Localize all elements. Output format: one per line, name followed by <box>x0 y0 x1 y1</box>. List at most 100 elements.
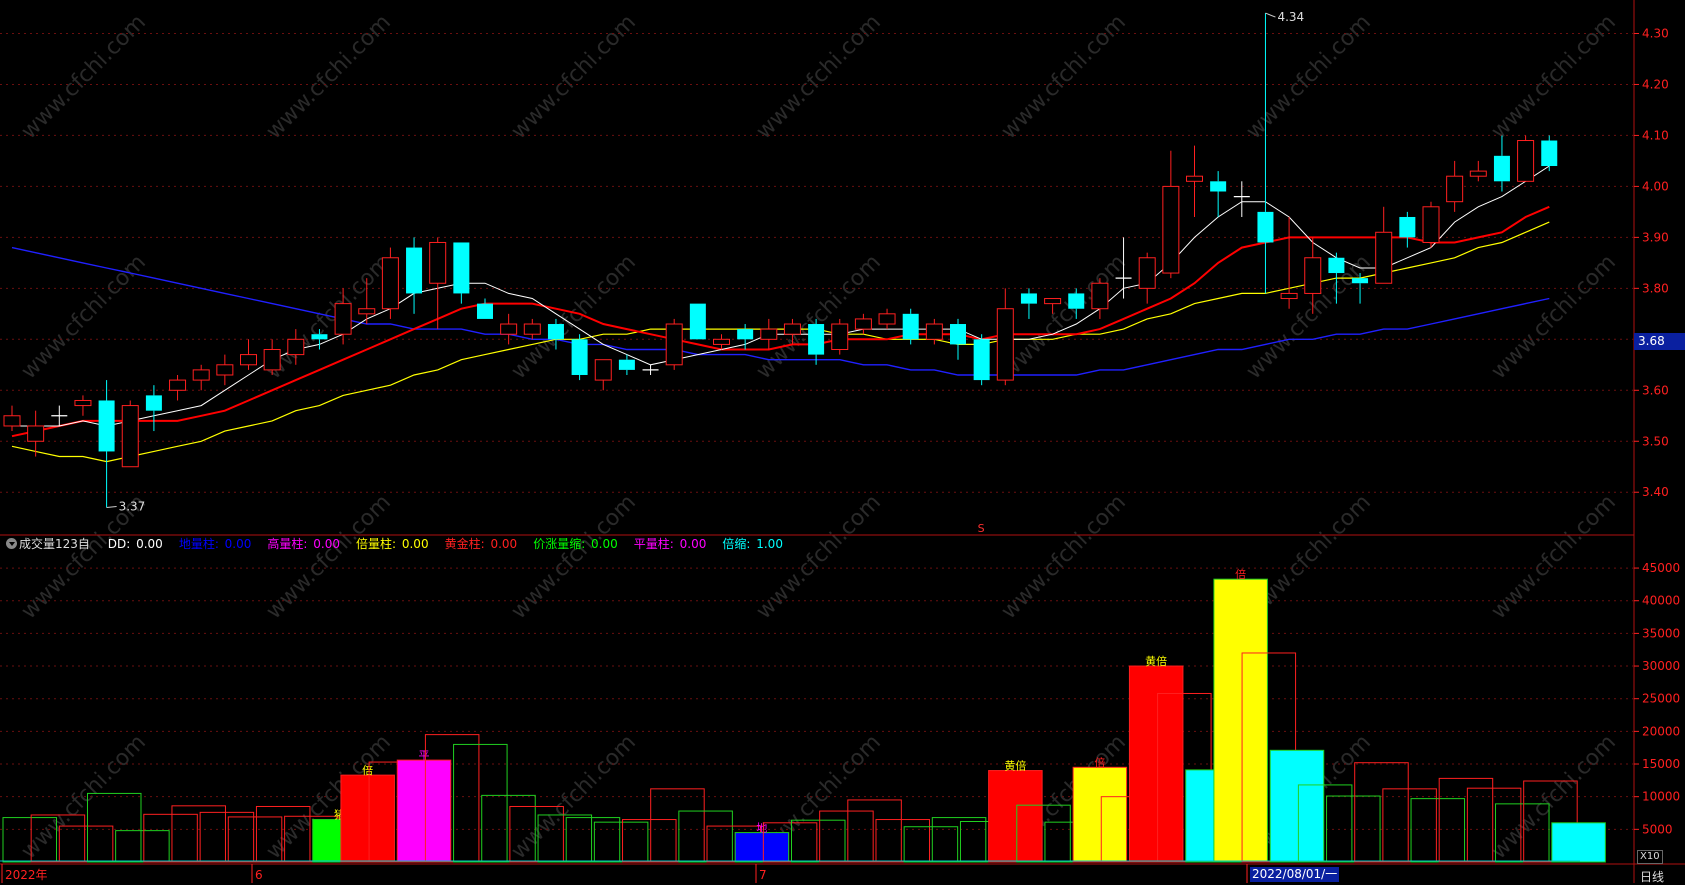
candle <box>854 313 872 335</box>
volume-bar-body <box>396 759 452 863</box>
candle-body <box>973 339 990 381</box>
watermark-text: www.cfchi.com <box>17 10 151 144</box>
candle-body <box>1257 211 1274 243</box>
volume-bar <box>650 788 705 863</box>
candle <box>1020 288 1037 319</box>
candle-body <box>1162 185 1180 274</box>
volume-bar-body <box>1382 788 1437 863</box>
candle-body <box>547 324 564 340</box>
candle-body <box>523 323 541 335</box>
volume-bar: 倍 <box>1072 755 1128 863</box>
price-tick-label: 3.80 <box>1642 281 1669 295</box>
candle-body <box>334 303 352 335</box>
candle-body <box>27 425 45 442</box>
candle <box>1493 135 1510 192</box>
volume-bar-body <box>565 817 621 863</box>
watermark-text: www.cfchi.com <box>997 490 1131 624</box>
volume-tick-label: 20000 <box>1642 724 1680 738</box>
candle <box>3 405 21 432</box>
volume-bar-body <box>875 819 930 863</box>
volume-bar <box>86 792 142 863</box>
volume-bar-body <box>988 770 1043 863</box>
candles-layer[interactable] <box>3 13 1558 508</box>
candle <box>51 405 68 426</box>
price-axis: 4.304.204.104.003.903.803.703.603.503.40 <box>1634 26 1669 499</box>
volume-bar-body <box>1213 578 1268 863</box>
candle <box>1469 160 1487 182</box>
candle-body <box>1186 175 1203 182</box>
candle <box>831 318 849 355</box>
candle <box>121 400 139 468</box>
candle <box>500 313 518 345</box>
candle <box>996 288 1014 386</box>
candle <box>429 237 447 330</box>
legend-item-value: 0.00 <box>486 537 518 551</box>
indicator-name[interactable]: 成交量123自 <box>19 537 90 551</box>
candle <box>642 364 659 375</box>
volume-bar <box>593 821 649 863</box>
candle-body <box>1422 206 1440 243</box>
watermark-text: www.cfchi.com <box>262 10 396 144</box>
candle-body <box>406 247 423 294</box>
volume-axis: 45000 40000 35000 30000 25000 20000 15000 10000… <box>1634 561 1680 836</box>
candle-body <box>925 323 943 340</box>
volume-bar-label: 黄倍 <box>1004 759 1026 773</box>
volume-bar <box>847 799 902 863</box>
watermark-text: www.cfchi.com <box>262 490 396 624</box>
x-tick-label: 6 <box>255 868 263 882</box>
volume-tick-label: 35000 <box>1642 626 1680 640</box>
volume-bar: 倍 <box>1213 567 1268 863</box>
candle-body <box>145 395 162 411</box>
candle-body <box>1044 298 1062 305</box>
watermark-text: www.cfchi.com <box>1487 490 1621 624</box>
candle <box>571 334 588 381</box>
candle-body <box>783 323 801 335</box>
candle <box>381 247 399 319</box>
volume-bar <box>143 813 198 863</box>
candle-body <box>854 318 872 330</box>
candle <box>594 359 612 391</box>
candle-body <box>1091 282 1109 310</box>
legend-item-name: 价涨量缩: <box>533 537 586 551</box>
candle <box>1210 171 1227 217</box>
collapse-icon[interactable] <box>6 538 17 549</box>
volume-bar-body <box>1072 766 1128 863</box>
candle-body <box>74 399 92 407</box>
candle <box>1422 201 1440 248</box>
volume-bar <box>678 810 733 863</box>
candle-body <box>665 323 683 366</box>
candle-body <box>1493 155 1510 182</box>
candle-body <box>453 242 470 294</box>
candle-body <box>808 324 825 355</box>
legend-item: 倍量柱: 0.00 <box>356 537 431 551</box>
candle-body <box>1328 257 1345 274</box>
volume-tick-label: 10000 <box>1642 790 1680 804</box>
legend-item: 黄金柱: 0.00 <box>445 537 520 551</box>
volume-bar-body <box>1354 762 1409 863</box>
price-tick-label: 3.90 <box>1642 230 1669 244</box>
legend-item-name: 倍量柱: <box>356 537 397 551</box>
volume-bar-label: 倍 <box>1235 567 1246 581</box>
volume-tick-label: 45000 <box>1642 561 1680 575</box>
volume-bar-label: 黄倍 <box>1145 654 1167 668</box>
volume-bar <box>1326 795 1381 863</box>
volume-bar <box>903 826 959 863</box>
volume-bar-body <box>1438 777 1494 863</box>
stock-chart[interactable]: www.cfchi.com www.cfchi.com www.cfchi.com w… <box>0 0 1685 883</box>
volume-bar-body <box>847 799 902 863</box>
legend-item: 倍缩: 1.00 <box>722 537 785 551</box>
high-pointer <box>1265 12 1276 18</box>
legend-item-name: DD: <box>107 537 131 551</box>
candle-body <box>3 415 21 427</box>
volume-bar-body <box>734 832 790 863</box>
volume-bar-body <box>1128 665 1184 863</box>
candle <box>1541 135 1558 172</box>
period-label[interactable]: 日线 <box>1640 868 1664 885</box>
candle-body <box>287 338 305 356</box>
candle-body <box>713 338 730 345</box>
legend-item-name: 倍缩: <box>722 537 751 551</box>
volume-bar-label: 地 <box>756 822 767 835</box>
candle-body <box>1138 257 1156 289</box>
x-tick-label: 2022年 <box>5 868 48 882</box>
candle <box>216 354 234 386</box>
